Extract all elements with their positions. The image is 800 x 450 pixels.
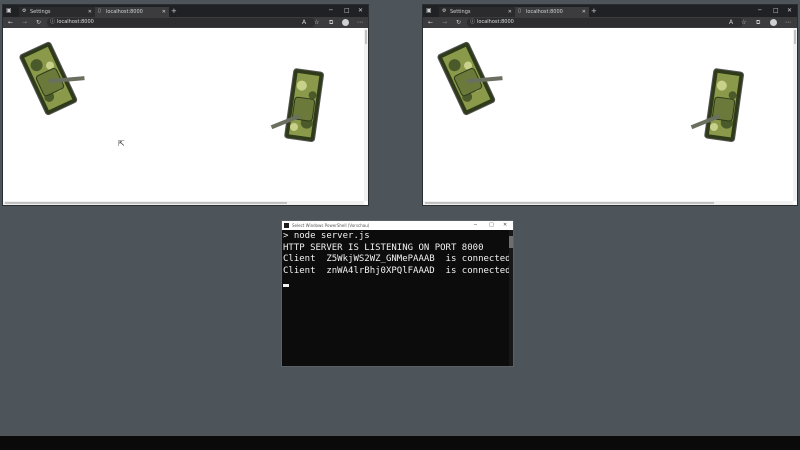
terminal-window: Select Windows PowerShell (Vorschau) ─ □… — [282, 221, 513, 366]
terminal-output[interactable]: > node server.js HTTP SERVER IS LISTENING… — [282, 230, 513, 293]
page-viewport[interactable]: ⇱ — [3, 28, 368, 205]
back-icon[interactable]: ← — [8, 17, 13, 28]
more-menu-icon[interactable]: ⋯ — [785, 17, 791, 28]
minimize-icon[interactable]: ─ — [758, 5, 762, 17]
tab-localhost[interactable]: ▯ localhost:8000 ✕ — [515, 7, 589, 17]
forward-icon[interactable]: → — [22, 17, 27, 28]
gear-icon: ⚙ — [22, 8, 27, 14]
url-input[interactable]: ⓘ localhost:8000 — [47, 18, 315, 27]
close-window-icon[interactable]: ✕ — [787, 5, 792, 17]
close-tab-icon[interactable]: ✕ — [508, 7, 512, 17]
tab-label: localhost:8000 — [526, 9, 563, 15]
tab-bar: ▣ ⚙ Settings ✕ ▯ localhost:8000 ✕ + ─ □ … — [423, 5, 797, 17]
read-aloud-icon[interactable]: A — [302, 17, 306, 28]
info-icon[interactable]: ⓘ — [50, 18, 55, 27]
maximize-icon[interactable]: □ — [344, 5, 350, 17]
terminal-line: HTTP SERVER IS LISTENING ON PORT 8000 — [283, 242, 484, 253]
collections-icon[interactable]: ⧉ — [329, 17, 333, 28]
favorites-icon[interactable]: ☆ — [741, 17, 746, 28]
page-icon: ▯ — [518, 8, 521, 14]
forward-icon[interactable]: → — [442, 17, 447, 28]
read-aloud-icon[interactable]: A — [729, 17, 733, 28]
address-bar: ← → ↻ ⓘ localhost:8000 A ☆ ⧉ ⋯ — [3, 17, 368, 28]
mouse-cursor-icon: ⇱ — [118, 139, 125, 148]
gear-icon: ⚙ — [442, 8, 447, 14]
tank-player-1 — [19, 41, 85, 116]
new-tab-icon[interactable]: + — [591, 6, 597, 17]
back-icon[interactable]: ← — [428, 17, 433, 28]
url-input[interactable]: ⓘ localhost:8000 — [467, 18, 743, 27]
window-menu-icon[interactable]: ▣ — [426, 6, 433, 15]
terminal-line: Client znWA4lrBhj0XPQlFAAAD is connected — [283, 265, 511, 276]
tab-settings[interactable]: ⚙ Settings ✕ — [439, 7, 515, 17]
horizontal-scrollbar[interactable] — [423, 201, 793, 205]
tab-label: Settings — [30, 9, 51, 15]
profile-avatar[interactable] — [770, 19, 777, 26]
browser-window-left: ▣ ⚙ Settings ✕ ▯ localhost:8000 ✕ + ─ □ … — [3, 5, 368, 205]
terminal-scrollbar[interactable] — [509, 230, 513, 366]
tab-settings[interactable]: ⚙ Settings ✕ — [19, 7, 95, 17]
taskbar[interactable] — [0, 436, 800, 450]
refresh-icon[interactable]: ↻ — [36, 17, 41, 28]
powershell-icon — [284, 223, 289, 228]
terminal-line: Client Z5WkjWS2WZ_GNMePAAAB is connected — [283, 254, 511, 264]
tank-player-2 — [270, 68, 324, 143]
horizontal-scrollbar[interactable] — [3, 201, 364, 205]
vertical-scrollbar[interactable] — [364, 28, 368, 201]
tab-label: Settings — [450, 9, 471, 15]
url-text: localhost:8000 — [57, 19, 94, 25]
new-tab-icon[interactable]: + — [171, 6, 177, 17]
text-cursor — [283, 284, 289, 287]
tank-player-1 — [437, 41, 503, 116]
page-viewport[interactable] — [423, 28, 797, 205]
browser-window-right: ▣ ⚙ Settings ✕ ▯ localhost:8000 ✕ + ─ □ … — [423, 5, 797, 205]
close-window-icon[interactable]: ✕ — [503, 221, 507, 230]
url-text: localhost:8000 — [477, 19, 514, 25]
tab-label: localhost:8000 — [106, 9, 143, 15]
maximize-icon[interactable]: □ — [773, 5, 779, 17]
vertical-scrollbar[interactable] — [793, 28, 797, 201]
more-menu-icon[interactable]: ⋯ — [357, 17, 363, 28]
tab-localhost[interactable]: ▯ localhost:8000 ✕ — [95, 7, 169, 17]
tank-player-2 — [690, 68, 744, 143]
refresh-icon[interactable]: ↻ — [456, 17, 461, 28]
minimize-icon[interactable]: ─ — [474, 221, 477, 230]
maximize-icon[interactable]: □ — [489, 221, 494, 230]
terminal-line: > node server.js — [283, 231, 370, 241]
terminal-title: Select Windows PowerShell (Vorschau) — [292, 223, 370, 228]
info-icon[interactable]: ⓘ — [470, 18, 475, 27]
tab-bar: ▣ ⚙ Settings ✕ ▯ localhost:8000 ✕ + ─ □ … — [3, 5, 368, 17]
page-icon: ▯ — [98, 8, 101, 14]
terminal-titlebar[interactable]: Select Windows PowerShell (Vorschau) ─ □… — [282, 221, 513, 230]
profile-avatar[interactable] — [342, 19, 349, 26]
favorites-icon[interactable]: ☆ — [314, 17, 319, 28]
window-menu-icon[interactable]: ▣ — [6, 6, 13, 15]
close-window-icon[interactable]: ✕ — [358, 5, 363, 17]
minimize-icon[interactable]: ─ — [329, 5, 333, 17]
close-tab-icon[interactable]: ✕ — [582, 7, 586, 17]
close-tab-icon[interactable]: ✕ — [162, 7, 166, 17]
close-tab-icon[interactable]: ✕ — [88, 7, 92, 17]
address-bar: ← → ↻ ⓘ localhost:8000 A ☆ ⧉ ⋯ — [423, 17, 797, 28]
collections-icon[interactable]: ⧉ — [756, 17, 760, 28]
